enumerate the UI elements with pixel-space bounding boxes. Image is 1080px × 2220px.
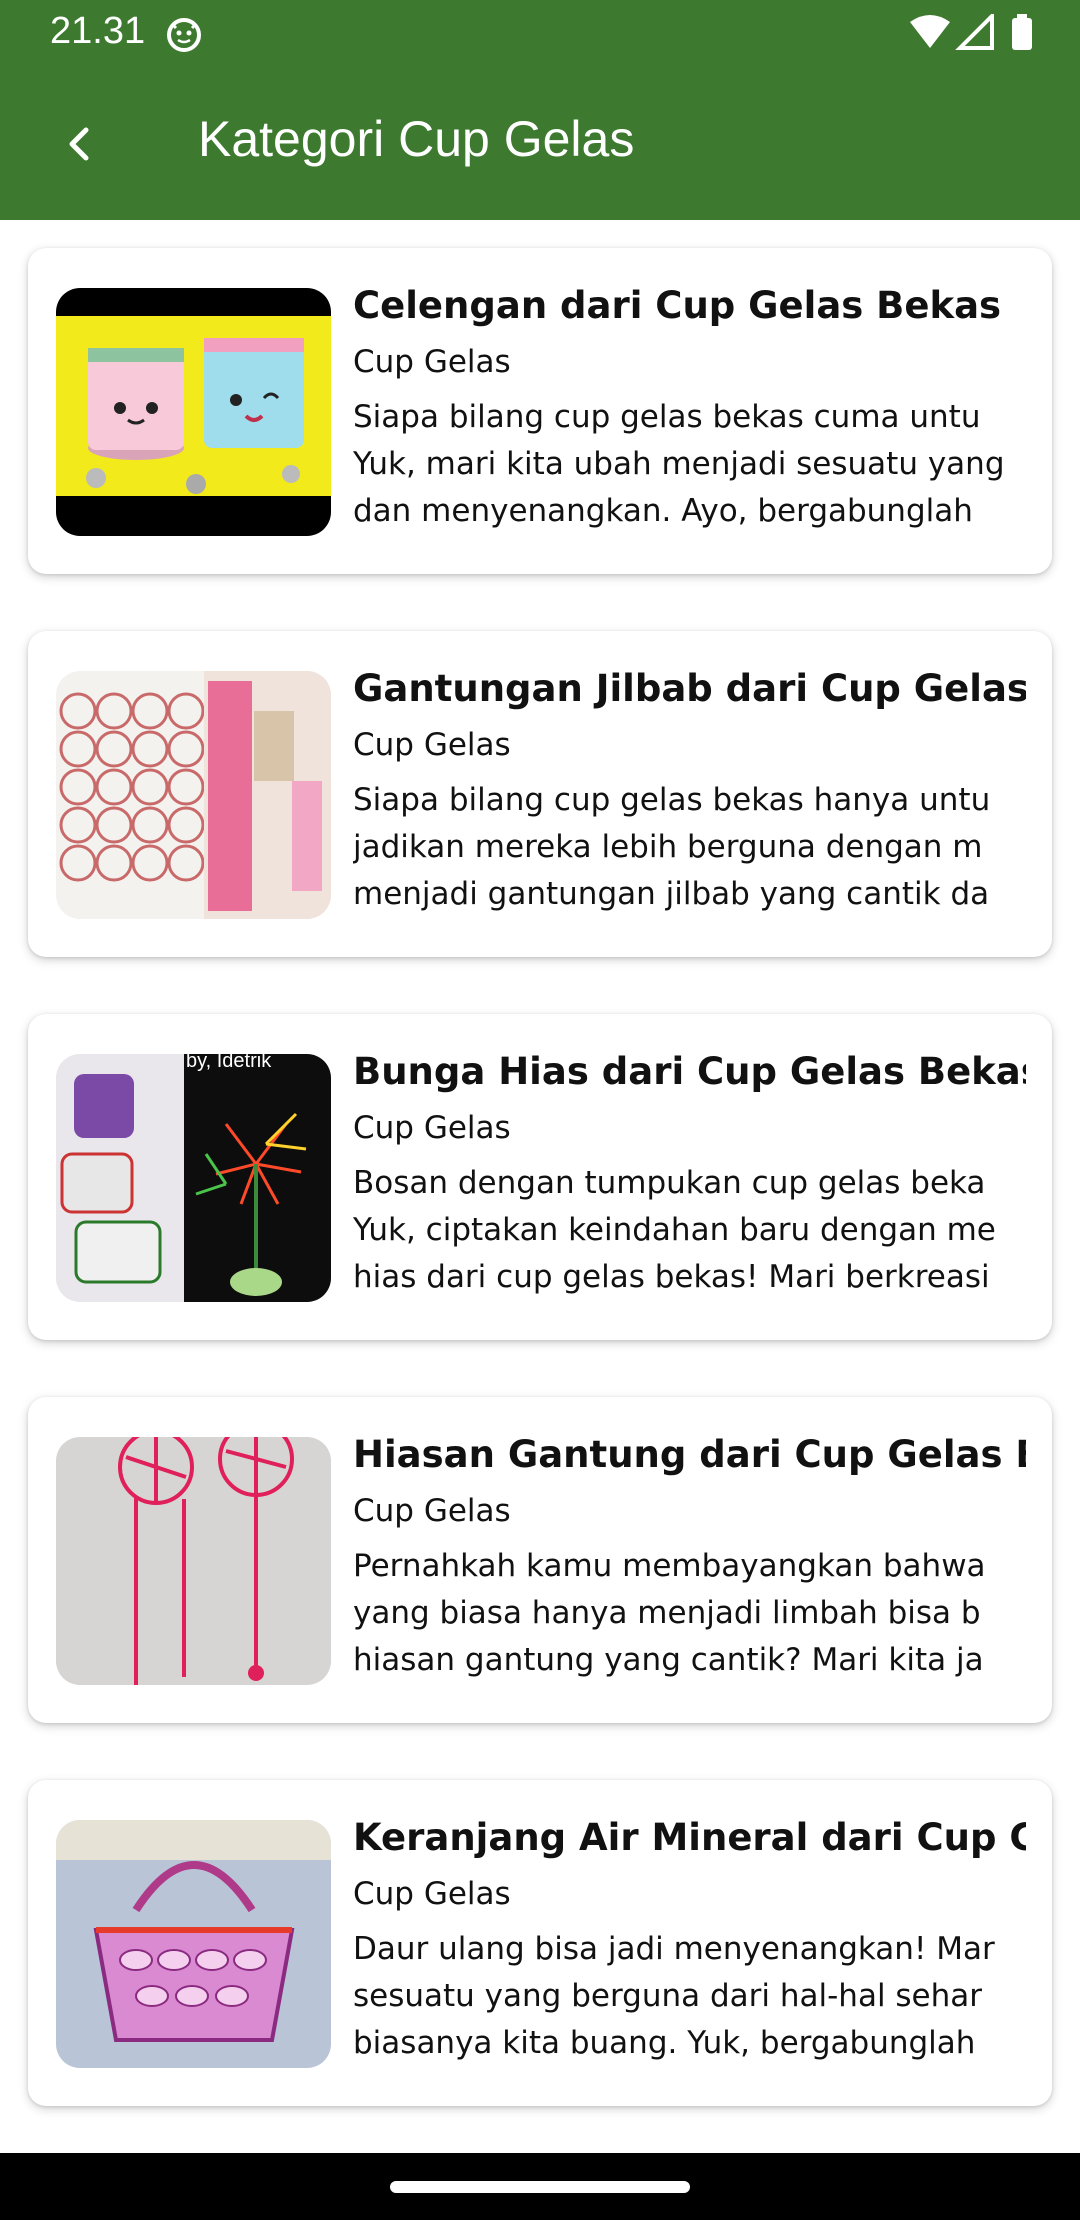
back-button[interactable] <box>48 114 108 174</box>
article-description: Bosan dengan tumpukan cup gelas beka Yuk… <box>353 1165 996 1295</box>
hijab-hanger-image <box>56 671 331 919</box>
article-category: Cup Gelas <box>353 344 511 380</box>
back-arrow-icon <box>69 127 89 161</box>
article-description: Siapa bilang cup gelas bekas cuma untu Y… <box>353 399 1005 529</box>
piggy-bank-image <box>56 288 331 536</box>
article-title: Hiasan Gantung dari Cup Gelas Bekas <box>353 1433 1026 1476</box>
article-thumbnail <box>56 1437 331 1685</box>
article-text: Hiasan Gantung dari Cup Gelas Bekas Cup … <box>353 1427 1026 1684</box>
article-card[interactable]: Gantungan Jilbab dari Cup Gelas Bekas Cu… <box>28 631 1052 957</box>
article-category: Cup Gelas <box>353 1493 511 1529</box>
article-thumbnail <box>56 1054 331 1302</box>
hanging-decoration-image <box>56 1437 331 1685</box>
wifi-icon <box>910 15 950 48</box>
article-text: Bunga Hias dari Cup Gelas Bekas Cup Gela… <box>353 1044 1026 1301</box>
article-thumbnail <box>56 671 331 919</box>
article-text: Celengan dari Cup Gelas Bekas Cup Gelas … <box>353 278 1026 535</box>
article-card[interactable]: Hiasan Gantung dari Cup Gelas Bekas Cup … <box>28 1397 1052 1723</box>
battery-icon <box>1012 18 1032 50</box>
article-title: Gantungan Jilbab dari Cup Gelas Bekas <box>353 667 1026 710</box>
home-gesture-handle[interactable] <box>390 2181 690 2193</box>
article-text: Keranjang Air Mineral dari Cup Gelas Cup… <box>353 1810 1026 2067</box>
article-category: Cup Gelas <box>353 727 511 763</box>
article-card[interactable]: Celengan dari Cup Gelas Bekas Cup Gelas … <box>28 248 1052 574</box>
basket-image <box>56 1820 331 2068</box>
article-thumbnail <box>56 1820 331 2068</box>
signal-icon <box>955 14 994 50</box>
status-time: 21.31 <box>50 10 146 52</box>
article-text: Gantungan Jilbab dari Cup Gelas Bekas Cu… <box>353 661 1026 918</box>
article-title: Keranjang Air Mineral dari Cup Gelas <box>353 1816 1026 1859</box>
page-title: Kategori Cup Gelas <box>198 111 635 167</box>
article-thumbnail <box>56 288 331 536</box>
article-title: Bunga Hias dari Cup Gelas Bekas <box>353 1050 1026 1093</box>
article-title: Celengan dari Cup Gelas Bekas <box>353 284 1002 327</box>
article-description: Siapa bilang cup gelas bekas hanya untu … <box>353 782 991 912</box>
status-icons <box>910 14 1032 50</box>
article-description: Daur ulang bisa jadi menyenangkan! Mar s… <box>353 1931 995 2061</box>
article-card[interactable]: Keranjang Air Mineral dari Cup Gelas Cup… <box>28 1780 1052 2106</box>
decorative-flower-image <box>56 1054 331 1302</box>
article-category: Cup Gelas <box>353 1876 511 1912</box>
app-face-icon <box>167 18 201 52</box>
article-description: Pernahkah kamu membayangkan bahwa yang b… <box>353 1548 986 1678</box>
system-nav-bar <box>0 2153 1080 2220</box>
article-category: Cup Gelas <box>353 1110 511 1146</box>
image-caption: by, Idetrik <box>186 1050 272 1072</box>
app-bar: 21.31 Kategori Cup Gelas <box>0 0 1080 220</box>
article-card[interactable]: Bunga Hias dari Cup Gelas Bekas Cup Gela… <box>28 1014 1052 1340</box>
